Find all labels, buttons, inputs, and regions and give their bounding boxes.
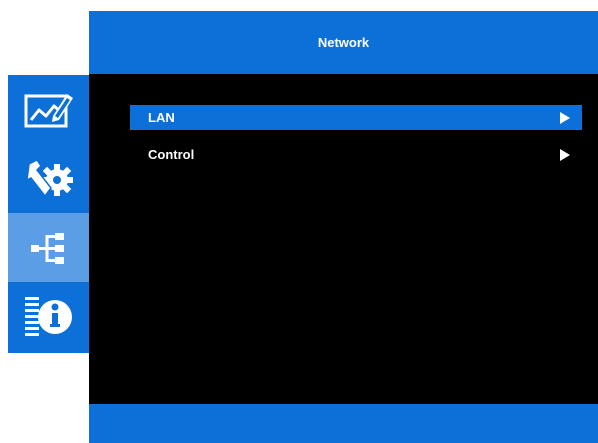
osd-sidebar [8, 75, 89, 353]
osd-header: Network [89, 11, 598, 74]
menu-item-lan[interactable]: LAN [130, 105, 582, 130]
sidebar-item-info[interactable] [8, 282, 89, 351]
sidebar-item-image[interactable] [8, 75, 89, 144]
sidebar-item-setup[interactable] [8, 144, 89, 213]
menu-item-label: Control [148, 147, 195, 162]
submenu-arrow-icon [560, 148, 570, 161]
info-icon [24, 296, 72, 336]
osd-footer-bar [89, 404, 598, 443]
menu-item-label: LAN [148, 110, 175, 125]
sidebar-item-network[interactable] [8, 213, 89, 282]
page-title: Network [317, 35, 370, 50]
image-adjust-icon [24, 93, 73, 127]
setup-tools-icon [25, 158, 73, 197]
network-icon [30, 232, 64, 264]
menu-item-control[interactable]: Control [130, 142, 582, 167]
submenu-arrow-icon [560, 111, 570, 124]
